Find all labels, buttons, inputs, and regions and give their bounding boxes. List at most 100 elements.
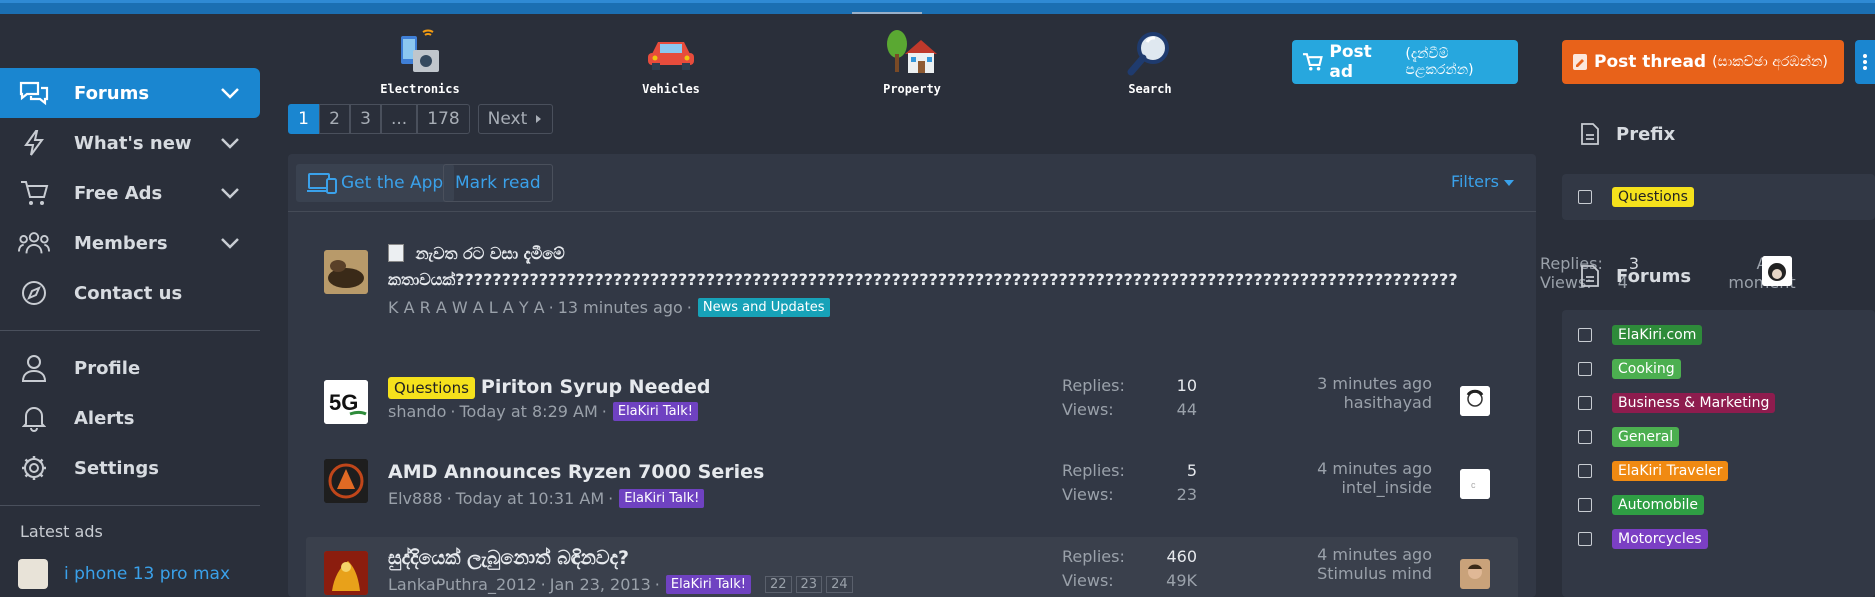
- thread-title[interactable]: සුද්දියෙක් ලැබුනොත් බඳිනවද?: [388, 547, 629, 569]
- checkbox[interactable]: [1578, 396, 1592, 410]
- last-post-time[interactable]: 4 minutes ago: [1317, 545, 1432, 564]
- forum-tag[interactable]: News and Updates: [697, 298, 830, 317]
- page-button[interactable]: 178: [417, 104, 470, 134]
- thread-title[interactable]: AMD Announces Ryzen 7000 Series: [388, 461, 764, 483]
- more-menu-button[interactable]: [1855, 40, 1875, 84]
- last-post: 4 minutes ago Stimulus mind: [1317, 545, 1432, 583]
- forum-filter-item[interactable]: ElaKiri Traveler: [1562, 454, 1875, 488]
- chevron-down-icon[interactable]: [218, 131, 242, 155]
- sidebar-item-contact-us[interactable]: Contact us: [0, 268, 260, 318]
- thread-page-link[interactable]: 22: [764, 576, 792, 593]
- sidebar-item-label: Members: [74, 232, 168, 254]
- forums-title: Forums: [1616, 265, 1692, 287]
- document-icon: [388, 244, 404, 262]
- thread-meta: LankaPuthra_2012 · Jan 23, 2013 · ElaKir…: [388, 575, 853, 594]
- checkbox[interactable]: [1578, 430, 1592, 444]
- category-property[interactable]: Property: [857, 28, 967, 96]
- thread-author[interactable]: shando: [388, 402, 446, 421]
- prefix-label[interactable]: Questions: [388, 377, 475, 399]
- page-ellipsis[interactable]: ...: [381, 104, 418, 134]
- last-post-avatar[interactable]: [1460, 559, 1490, 589]
- forum-tag[interactable]: ElaKiri Talk!: [619, 489, 705, 508]
- last-post-time[interactable]: 4 minutes ago: [1317, 459, 1432, 478]
- checkbox[interactable]: [1578, 532, 1592, 546]
- thread-title[interactable]: නැවත රට වසා දැමීමේ: [388, 244, 565, 264]
- thread-title-cont[interactable]: කතාවයක්?????????????????????????????????…: [388, 270, 1458, 290]
- thread-time[interactable]: Today at 8:29 AM: [459, 402, 597, 421]
- last-post-time[interactable]: 3 minutes ago: [1317, 374, 1432, 393]
- filters-dropdown[interactable]: Filters: [1451, 172, 1514, 191]
- thread-avatar: 5G: [324, 380, 368, 424]
- prefix-filter-heading: Prefix: [1580, 122, 1675, 146]
- last-post-user[interactable]: intel_inside: [1317, 478, 1432, 497]
- category-vehicles[interactable]: Vehicles: [616, 28, 726, 96]
- post-thread-sublabel: (සාකච්ඡා අරඹන්න): [1712, 54, 1828, 70]
- mark-read-button[interactable]: Mark read: [443, 164, 553, 202]
- latest-ads-title: Latest ads: [20, 522, 103, 541]
- last-post-user[interactable]: hasithayad: [1317, 393, 1432, 412]
- get-app-label: Get the App: [341, 173, 444, 193]
- checkbox[interactable]: [1578, 328, 1592, 342]
- thread-author[interactable]: LankaPuthra_2012: [388, 575, 537, 594]
- category-electronics[interactable]: Electronics: [365, 28, 475, 96]
- checkbox[interactable]: [1578, 464, 1592, 478]
- thread-title[interactable]: Questions Piriton Syrup Needed: [388, 376, 710, 399]
- views-count: 49K: [1166, 571, 1197, 590]
- sidebar-item-free-ads[interactable]: Free Ads: [0, 168, 260, 218]
- lightning-icon: [18, 129, 50, 157]
- sidebar-divider: [0, 330, 260, 331]
- thread-avatar: [324, 551, 368, 595]
- next-page-button[interactable]: Next: [477, 104, 554, 134]
- sidebar-item-whats-new[interactable]: What's new: [0, 118, 260, 168]
- last-post-avatar[interactable]: [1460, 386, 1490, 416]
- thread-author[interactable]: Elv888: [388, 489, 443, 508]
- sidebar-item-members[interactable]: Members: [0, 218, 260, 268]
- page-button[interactable]: 3: [350, 104, 381, 134]
- latest-ad-item[interactable]: i phone 13 pro max: [0, 559, 260, 589]
- forum-filter-item[interactable]: ElaKiri.com: [1562, 318, 1875, 352]
- post-thread-button[interactable]: Post thread (සාකච්ඡා අරඹන්න): [1562, 40, 1844, 84]
- last-post-avatar[interactable]: c: [1460, 469, 1490, 499]
- replies-count: 5: [1186, 461, 1197, 480]
- thread-page-link[interactable]: 23: [795, 576, 823, 593]
- svg-text:5G: 5G: [329, 390, 358, 415]
- prefix-filter-item[interactable]: Questions: [1562, 180, 1875, 214]
- sidebar-item-alerts[interactable]: Alerts: [0, 393, 260, 443]
- edit-icon: [1573, 54, 1587, 70]
- thread-meta: shando · Today at 8:29 AM · ElaKiri Talk…: [388, 402, 698, 421]
- chevron-down-icon[interactable]: [218, 231, 242, 255]
- sidebar-item-profile[interactable]: Profile: [0, 343, 260, 393]
- forum-filter-item[interactable]: Cooking: [1562, 352, 1875, 386]
- prefix-label: Questions: [1612, 187, 1694, 207]
- forum-filter-item[interactable]: Business & Marketing: [1562, 386, 1875, 420]
- last-post: 3 minutes ago hasithayad: [1317, 374, 1432, 412]
- forum-tag[interactable]: ElaKiri Talk!: [612, 402, 698, 421]
- thread-time[interactable]: Jan 23, 2013: [550, 575, 651, 594]
- thread-time[interactable]: 13 minutes ago: [558, 298, 683, 317]
- page-button[interactable]: 2: [319, 104, 350, 134]
- checkbox[interactable]: [1578, 498, 1592, 512]
- post-ad-button[interactable]: Post ad (දැන්වීම් පළකරන්න): [1292, 40, 1518, 84]
- page-button[interactable]: 1: [288, 104, 319, 134]
- chevron-down-icon[interactable]: [218, 181, 242, 205]
- checkbox[interactable]: [1578, 362, 1592, 376]
- thread-page-link[interactable]: 24: [826, 576, 853, 593]
- thread-stats: Replies: 5 Views: 23: [1062, 461, 1197, 509]
- sidebar-item-settings[interactable]: Settings: [0, 443, 260, 493]
- thread-list-panel: Get the App Mark read Filters නැවත රට වස…: [288, 154, 1536, 597]
- thread-meta: K A R A W A L A Y A · 13 minutes ago · N…: [388, 298, 830, 317]
- latest-ad-link[interactable]: i phone 13 pro max: [64, 564, 230, 584]
- sidebar-item-label: What's new: [74, 132, 192, 154]
- thread-time[interactable]: Today at 10:31 AM: [456, 489, 604, 508]
- get-app-button[interactable]: Get the App: [296, 164, 455, 202]
- thread-author[interactable]: K A R A W A L A Y A: [388, 298, 545, 317]
- views-label: Views:: [1062, 571, 1114, 590]
- forum-tag[interactable]: ElaKiri Talk!: [665, 575, 751, 594]
- last-post-avatar[interactable]: [1762, 256, 1792, 286]
- forum-filter-item[interactable]: Automobile: [1562, 488, 1875, 522]
- forum-filter-item[interactable]: Motorcycles: [1562, 522, 1875, 556]
- checkbox[interactable]: [1578, 190, 1592, 204]
- category-search[interactable]: Search: [1095, 28, 1205, 96]
- last-post-user[interactable]: Stimulus mind: [1317, 564, 1432, 583]
- forum-filter-item[interactable]: General: [1562, 420, 1875, 454]
